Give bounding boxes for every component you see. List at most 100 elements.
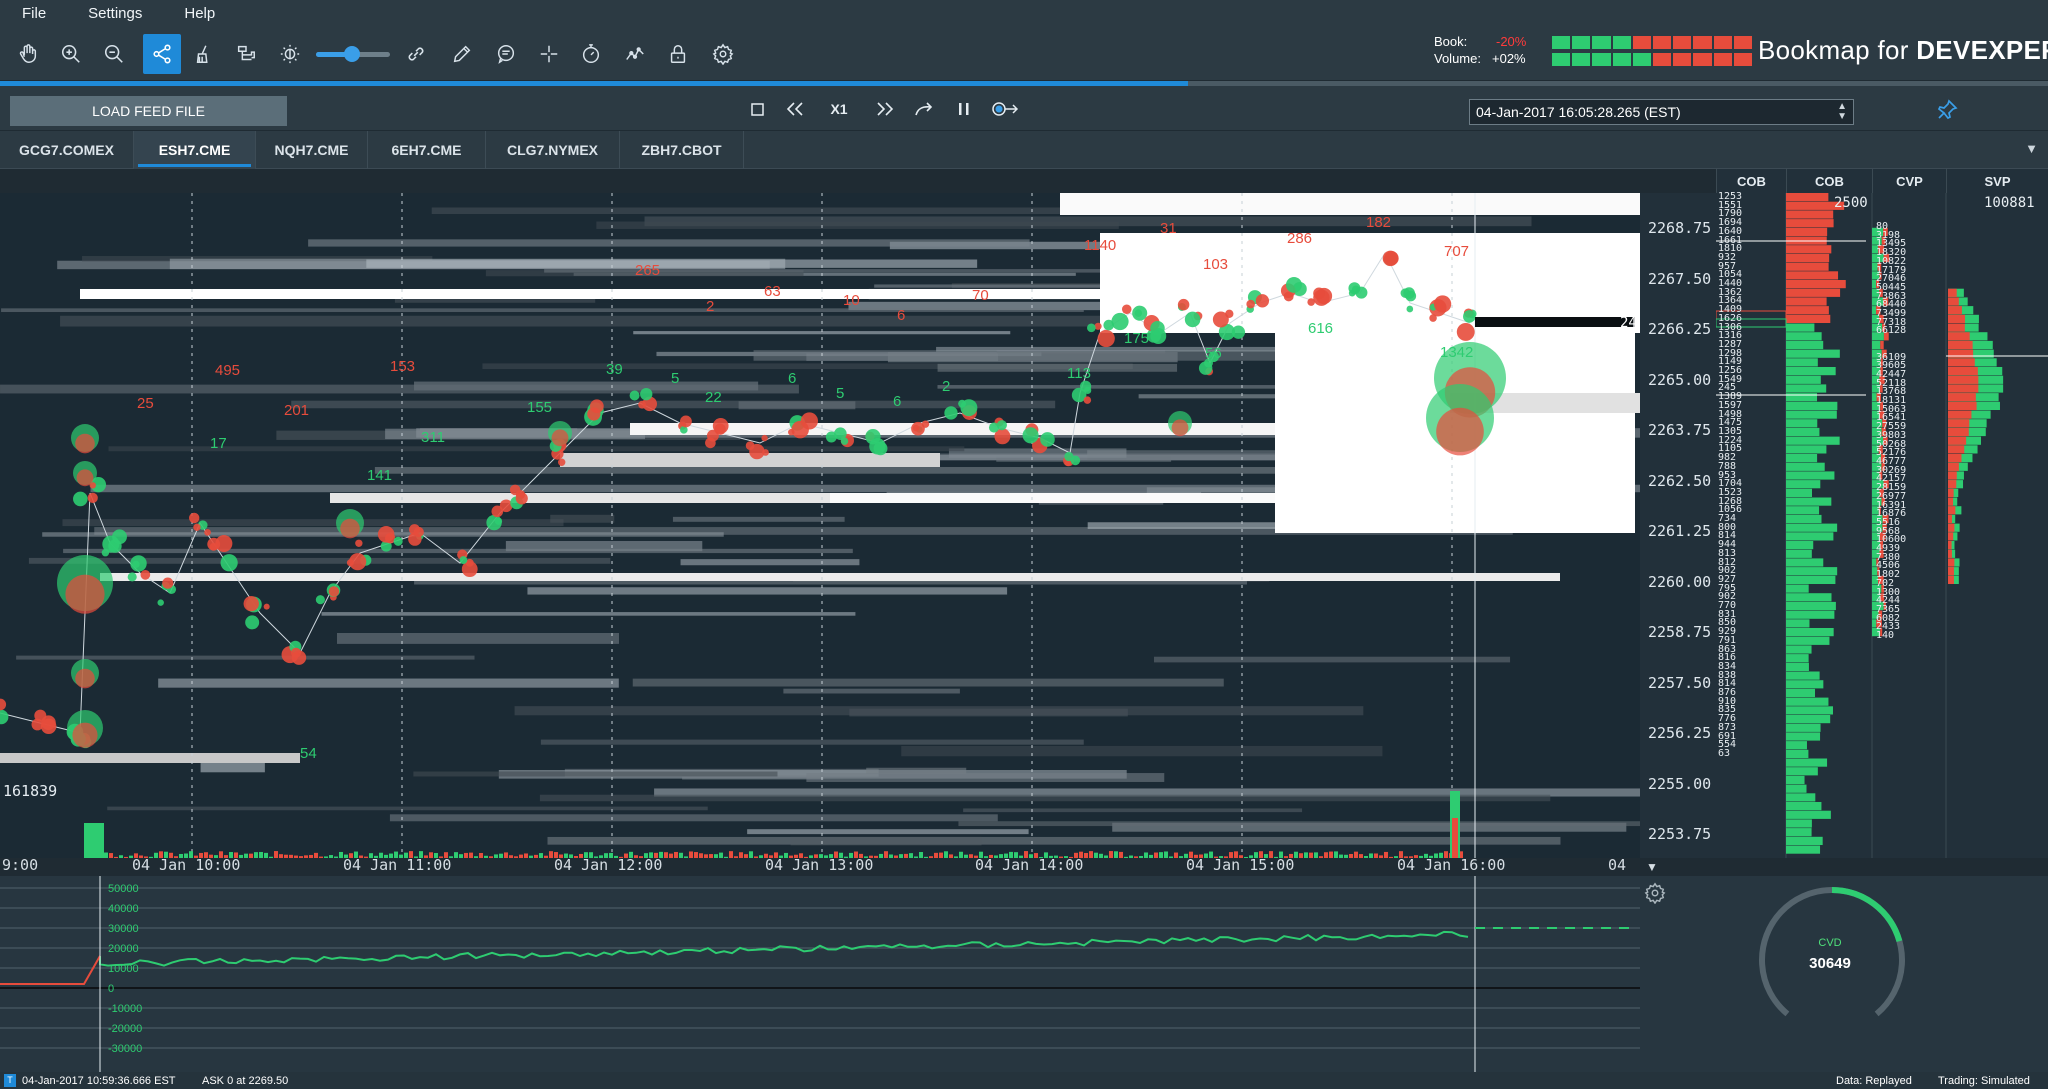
cob-bar bbox=[1786, 471, 1835, 480]
trade-size-label: 495 bbox=[215, 362, 240, 379]
tab-gcg7[interactable]: GCG7.COMEX bbox=[0, 131, 134, 169]
price-label: 2260.00 bbox=[1648, 572, 1712, 591]
brightness-icon[interactable] bbox=[274, 38, 306, 70]
menu-settings[interactable]: Settings bbox=[88, 5, 142, 22]
svp-bar bbox=[1948, 549, 1952, 558]
cob-bar bbox=[1786, 410, 1837, 419]
time-label: 04 Jan 14:00 bbox=[975, 856, 1084, 874]
fast-forward-icon[interactable] bbox=[872, 98, 898, 120]
tab-label: 6EH7.CME bbox=[391, 142, 462, 158]
status-time: 04-Jan-2017 10:59:36.666 EST bbox=[22, 1074, 176, 1087]
gear-icon[interactable] bbox=[707, 38, 739, 70]
cob-bar bbox=[1786, 845, 1821, 854]
speed-indicator[interactable]: X1 bbox=[824, 98, 854, 120]
meter-cell bbox=[1653, 53, 1672, 66]
hand-icon[interactable] bbox=[12, 38, 44, 70]
meter-cell bbox=[1572, 53, 1591, 66]
column-cvp[interactable]: CVP bbox=[1872, 169, 1946, 193]
datetime-selector[interactable]: 04-Jan-2017 16:05:28.265 (EST) ▲ ▼ bbox=[1469, 99, 1854, 125]
indicator-axis-label: 40000 bbox=[108, 903, 139, 915]
trade-size-label: 6 bbox=[897, 307, 905, 324]
cob-bar bbox=[1786, 767, 1818, 776]
stopwatch-icon[interactable] bbox=[575, 38, 607, 70]
trade-size-label: 2 bbox=[706, 298, 714, 315]
cob-bar bbox=[1786, 340, 1824, 350]
load-feed-file-button[interactable]: LOAD FEED FILE bbox=[10, 96, 287, 126]
zoom-out-icon[interactable] bbox=[98, 38, 130, 70]
cob-bar bbox=[1786, 645, 1812, 654]
collapse-chevron-icon[interactable]: ▼ bbox=[1646, 860, 1658, 874]
time-label: 04 Jan 16:00 bbox=[1397, 856, 1506, 874]
zoom-in-icon[interactable] bbox=[55, 38, 87, 70]
tab-6eh7[interactable]: 6EH7.CME bbox=[368, 131, 486, 169]
trade-size-label: 286 bbox=[1287, 230, 1312, 247]
svp-bar bbox=[1948, 297, 1959, 306]
bookmap-window: File Settings Help Book: -20% Volume: +0… bbox=[0, 0, 2048, 1089]
heatmap-chart[interactable]: 265 2 63 10 6 70 1140 31 103 286 182 707 153 201 495 25… bbox=[0, 193, 1640, 858]
menu-file[interactable]: File bbox=[22, 5, 46, 22]
svp-bar bbox=[1948, 427, 1969, 437]
cob-bar bbox=[1786, 358, 1818, 367]
trade-size-label: 141 bbox=[367, 467, 392, 484]
chat-icon[interactable] bbox=[490, 38, 522, 70]
svp-bar bbox=[1948, 523, 1955, 532]
tab-esh7[interactable]: ESH7.CME bbox=[134, 131, 256, 169]
pin-icon[interactable] bbox=[1935, 98, 1959, 122]
time-label: 04 bbox=[1608, 856, 1627, 874]
trade-size-label: 201 bbox=[284, 402, 309, 419]
pause-icon[interactable] bbox=[954, 98, 974, 120]
meter-cell bbox=[1552, 53, 1571, 66]
column-cob-1[interactable]: COB bbox=[1716, 169, 1786, 193]
meter-cell bbox=[1673, 53, 1692, 66]
trade-size-label: 25 bbox=[137, 395, 154, 412]
meter-cell bbox=[1713, 36, 1732, 49]
indicator-axis-label: -20000 bbox=[108, 1023, 142, 1035]
trade-size-label: 56 bbox=[1205, 345, 1222, 362]
gear-icon[interactable] bbox=[1644, 882, 1666, 905]
brightness-slider[interactable] bbox=[316, 46, 390, 62]
broom-icon[interactable] bbox=[188, 38, 220, 70]
price-label: 2265.00 bbox=[1648, 370, 1712, 389]
cob-bar bbox=[1786, 793, 1816, 802]
chevron-down-icon[interactable]: ▼ bbox=[2025, 141, 2038, 156]
last-price-marker: 24 bbox=[1620, 315, 1637, 331]
trade-size-label: 2 bbox=[942, 378, 950, 395]
price-label: 2268.75 bbox=[1648, 219, 1712, 237]
column-cob-2[interactable]: COB bbox=[1786, 169, 1872, 193]
cob-bar bbox=[1786, 628, 1834, 637]
meter-cell bbox=[1572, 36, 1591, 49]
meter-cell bbox=[1733, 53, 1753, 66]
lock-icon[interactable] bbox=[662, 38, 694, 70]
price-label: 2257.50 bbox=[1648, 673, 1712, 692]
cob-bar bbox=[1786, 454, 1818, 463]
cvd-gauge bbox=[1759, 887, 1905, 1017]
cob-bar bbox=[1786, 688, 1816, 698]
layers-icon[interactable] bbox=[230, 38, 262, 70]
indicator-icon[interactable] bbox=[619, 38, 651, 70]
playback-bar: LOAD FEED FILE X1 04-Jan-2017 16:05:28.2… bbox=[0, 86, 2048, 130]
share-icon[interactable] bbox=[143, 34, 181, 74]
trade-size-label: 175 bbox=[1124, 330, 1149, 347]
follow-live-icon[interactable] bbox=[988, 98, 1022, 120]
svp-bar bbox=[1948, 410, 1972, 419]
tab-nqh7[interactable]: NQH7.CME bbox=[256, 131, 368, 169]
svp-bar bbox=[1948, 575, 1954, 584]
stop-icon[interactable] bbox=[748, 98, 766, 120]
crosshair-icon[interactable] bbox=[533, 38, 565, 70]
datetime-spinner-icon[interactable]: ▲ ▼ bbox=[1837, 102, 1847, 122]
rewind-icon[interactable] bbox=[782, 98, 808, 120]
cob-bar bbox=[1786, 593, 1832, 602]
tab-clg7[interactable]: CLG7.NYMEX bbox=[486, 131, 620, 169]
svp-bar bbox=[1948, 306, 1962, 315]
tab-zbh7[interactable]: ZBH7.CBOT bbox=[620, 131, 744, 169]
menu-help[interactable]: Help bbox=[184, 5, 215, 22]
cob-bar bbox=[1786, 384, 1827, 393]
cob-bar bbox=[1786, 810, 1831, 819]
jump-icon[interactable] bbox=[912, 98, 936, 120]
column-svp[interactable]: SVP bbox=[1946, 169, 2048, 193]
link-icon[interactable] bbox=[400, 38, 432, 70]
pencil-icon[interactable] bbox=[446, 38, 478, 70]
cob-bar bbox=[1786, 497, 1832, 506]
trade-size-label: 182 bbox=[1366, 214, 1391, 231]
cvd-indicator-panel[interactable]: 50000 40000 30000 20000 10000 0 -10000 -20000 -3… bbox=[0, 876, 1640, 1072]
